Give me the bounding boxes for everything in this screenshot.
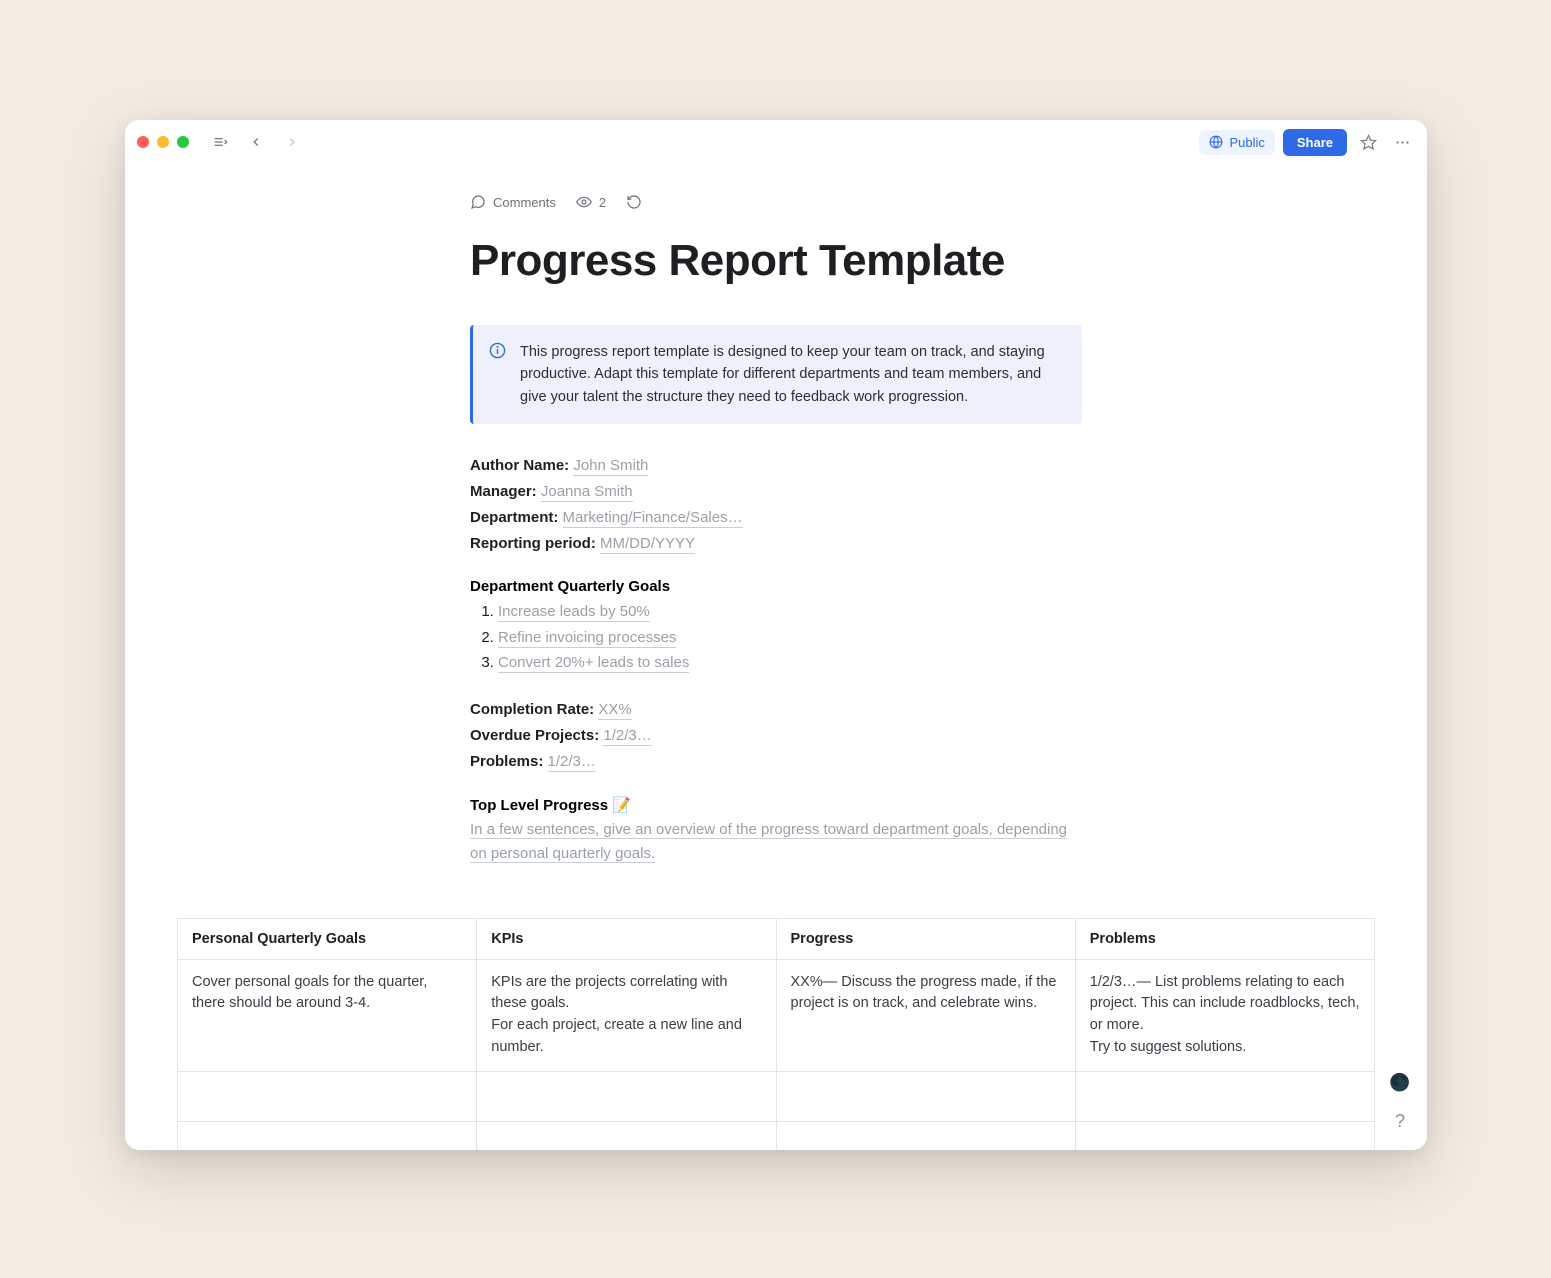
problems-field[interactable]: Problems: 1/2/3… bbox=[470, 750, 1082, 774]
world-clock-button[interactable]: 🌑 bbox=[1389, 1072, 1411, 1094]
callout-text: This progress report template is designe… bbox=[520, 341, 1062, 408]
th-goals[interactable]: Personal Quarterly Goals bbox=[178, 918, 477, 959]
doc-meta-row: Comments 2 bbox=[470, 194, 1082, 210]
manager-value: Joanna Smith bbox=[541, 483, 633, 502]
completion-value: XX% bbox=[598, 701, 631, 720]
department-value: Marketing/Finance/Sales… bbox=[563, 509, 743, 528]
close-window-button[interactable] bbox=[137, 136, 149, 148]
comments-button[interactable]: Comments bbox=[470, 194, 556, 210]
table-row[interactable] bbox=[178, 1121, 1375, 1150]
globe-icon bbox=[1209, 135, 1223, 149]
views-indicator[interactable]: 2 bbox=[576, 194, 606, 210]
goals-list: Increase leads by 50% Refine invoicing p… bbox=[470, 599, 1082, 676]
share-button[interactable]: Share bbox=[1283, 129, 1347, 156]
document-content: Comments 2 Progress Report Template This… bbox=[125, 164, 1427, 1150]
goal-item[interactable]: Convert 20%+ leads to sales bbox=[498, 650, 1082, 676]
maximize-window-button[interactable] bbox=[177, 136, 189, 148]
cell-progress[interactable]: XX%— Discuss the progress made, if the p… bbox=[776, 959, 1075, 1071]
author-value: John Smith bbox=[573, 457, 648, 476]
floating-actions: 🌑 ? bbox=[1389, 1072, 1411, 1132]
table-row[interactable]: Cover personal goals for the quarter, th… bbox=[178, 959, 1375, 1071]
titlebar-left bbox=[137, 129, 305, 155]
progress-table[interactable]: Personal Quarterly Goals KPIs Progress P… bbox=[177, 918, 1375, 1151]
reporting-period-field[interactable]: Reporting period: MM/DD/YYYY bbox=[470, 532, 1082, 556]
top-progress-placeholder: In a few sentences, give an overview of … bbox=[470, 821, 1067, 863]
sidebar-toggle-button[interactable] bbox=[207, 129, 233, 155]
info-icon bbox=[489, 342, 506, 408]
problems-value: 1/2/3… bbox=[548, 753, 596, 772]
cell-problems[interactable]: 1/2/3…— List problems relating to each p… bbox=[1075, 959, 1374, 1071]
comments-label: Comments bbox=[493, 195, 556, 210]
manager-field[interactable]: Manager: Joanna Smith bbox=[470, 480, 1082, 504]
document-body: Comments 2 Progress Report Template This… bbox=[470, 194, 1082, 866]
page-title[interactable]: Progress Report Template bbox=[470, 236, 1082, 287]
eye-icon bbox=[576, 194, 592, 210]
more-options-button[interactable] bbox=[1389, 129, 1415, 155]
department-field[interactable]: Department: Marketing/Finance/Sales… bbox=[470, 506, 1082, 530]
author-field[interactable]: Author Name: John Smith bbox=[470, 454, 1082, 478]
nav-back-button[interactable] bbox=[243, 129, 269, 155]
th-kpis[interactable]: KPIs bbox=[477, 918, 776, 959]
titlebar: Public Share bbox=[125, 120, 1427, 164]
goals-section[interactable]: Department Quarterly Goals Increase lead… bbox=[470, 578, 1082, 676]
th-progress[interactable]: Progress bbox=[776, 918, 1075, 959]
overdue-value: 1/2/3… bbox=[603, 727, 651, 746]
refresh-icon bbox=[626, 194, 642, 210]
completion-field[interactable]: Completion Rate: XX% Overdue Projects: 1… bbox=[470, 698, 1082, 774]
goal-item[interactable]: Increase leads by 50% bbox=[498, 599, 1082, 625]
help-button[interactable]: ? bbox=[1389, 1110, 1411, 1132]
goals-heading: Department Quarterly Goals bbox=[470, 578, 1082, 595]
cell-kpis[interactable]: KPIs are the projects correlating with t… bbox=[477, 959, 776, 1071]
info-callout[interactable]: This progress report template is designe… bbox=[470, 325, 1082, 424]
th-problems[interactable]: Problems bbox=[1075, 918, 1374, 959]
nav-forward-button[interactable] bbox=[279, 129, 305, 155]
titlebar-right: Public Share bbox=[1199, 129, 1415, 156]
top-progress-heading: Top Level Progress 📝 bbox=[470, 796, 1082, 814]
overdue-field[interactable]: Overdue Projects: 1/2/3… bbox=[470, 724, 1082, 748]
progress-table-wrap: Personal Quarterly Goals KPIs Progress P… bbox=[125, 918, 1427, 1151]
goal-item[interactable]: Refine invoicing processes bbox=[498, 625, 1082, 651]
cell-goals[interactable]: Cover personal goals for the quarter, th… bbox=[178, 959, 477, 1071]
visibility-public-button[interactable]: Public bbox=[1199, 130, 1274, 155]
top-progress-section[interactable]: Top Level Progress 📝 In a few sentences,… bbox=[470, 796, 1082, 866]
document-window: Public Share Comments 2 bbox=[125, 120, 1427, 1150]
refresh-button[interactable] bbox=[626, 194, 642, 210]
comment-icon bbox=[470, 194, 486, 210]
table-row[interactable] bbox=[178, 1071, 1375, 1121]
favorite-star-button[interactable] bbox=[1355, 129, 1381, 155]
period-value: MM/DD/YYYY bbox=[600, 535, 695, 554]
minimize-window-button[interactable] bbox=[157, 136, 169, 148]
table-header-row: Personal Quarterly Goals KPIs Progress P… bbox=[178, 918, 1375, 959]
window-controls bbox=[137, 136, 189, 148]
view-count: 2 bbox=[599, 195, 606, 210]
public-label: Public bbox=[1229, 135, 1264, 150]
